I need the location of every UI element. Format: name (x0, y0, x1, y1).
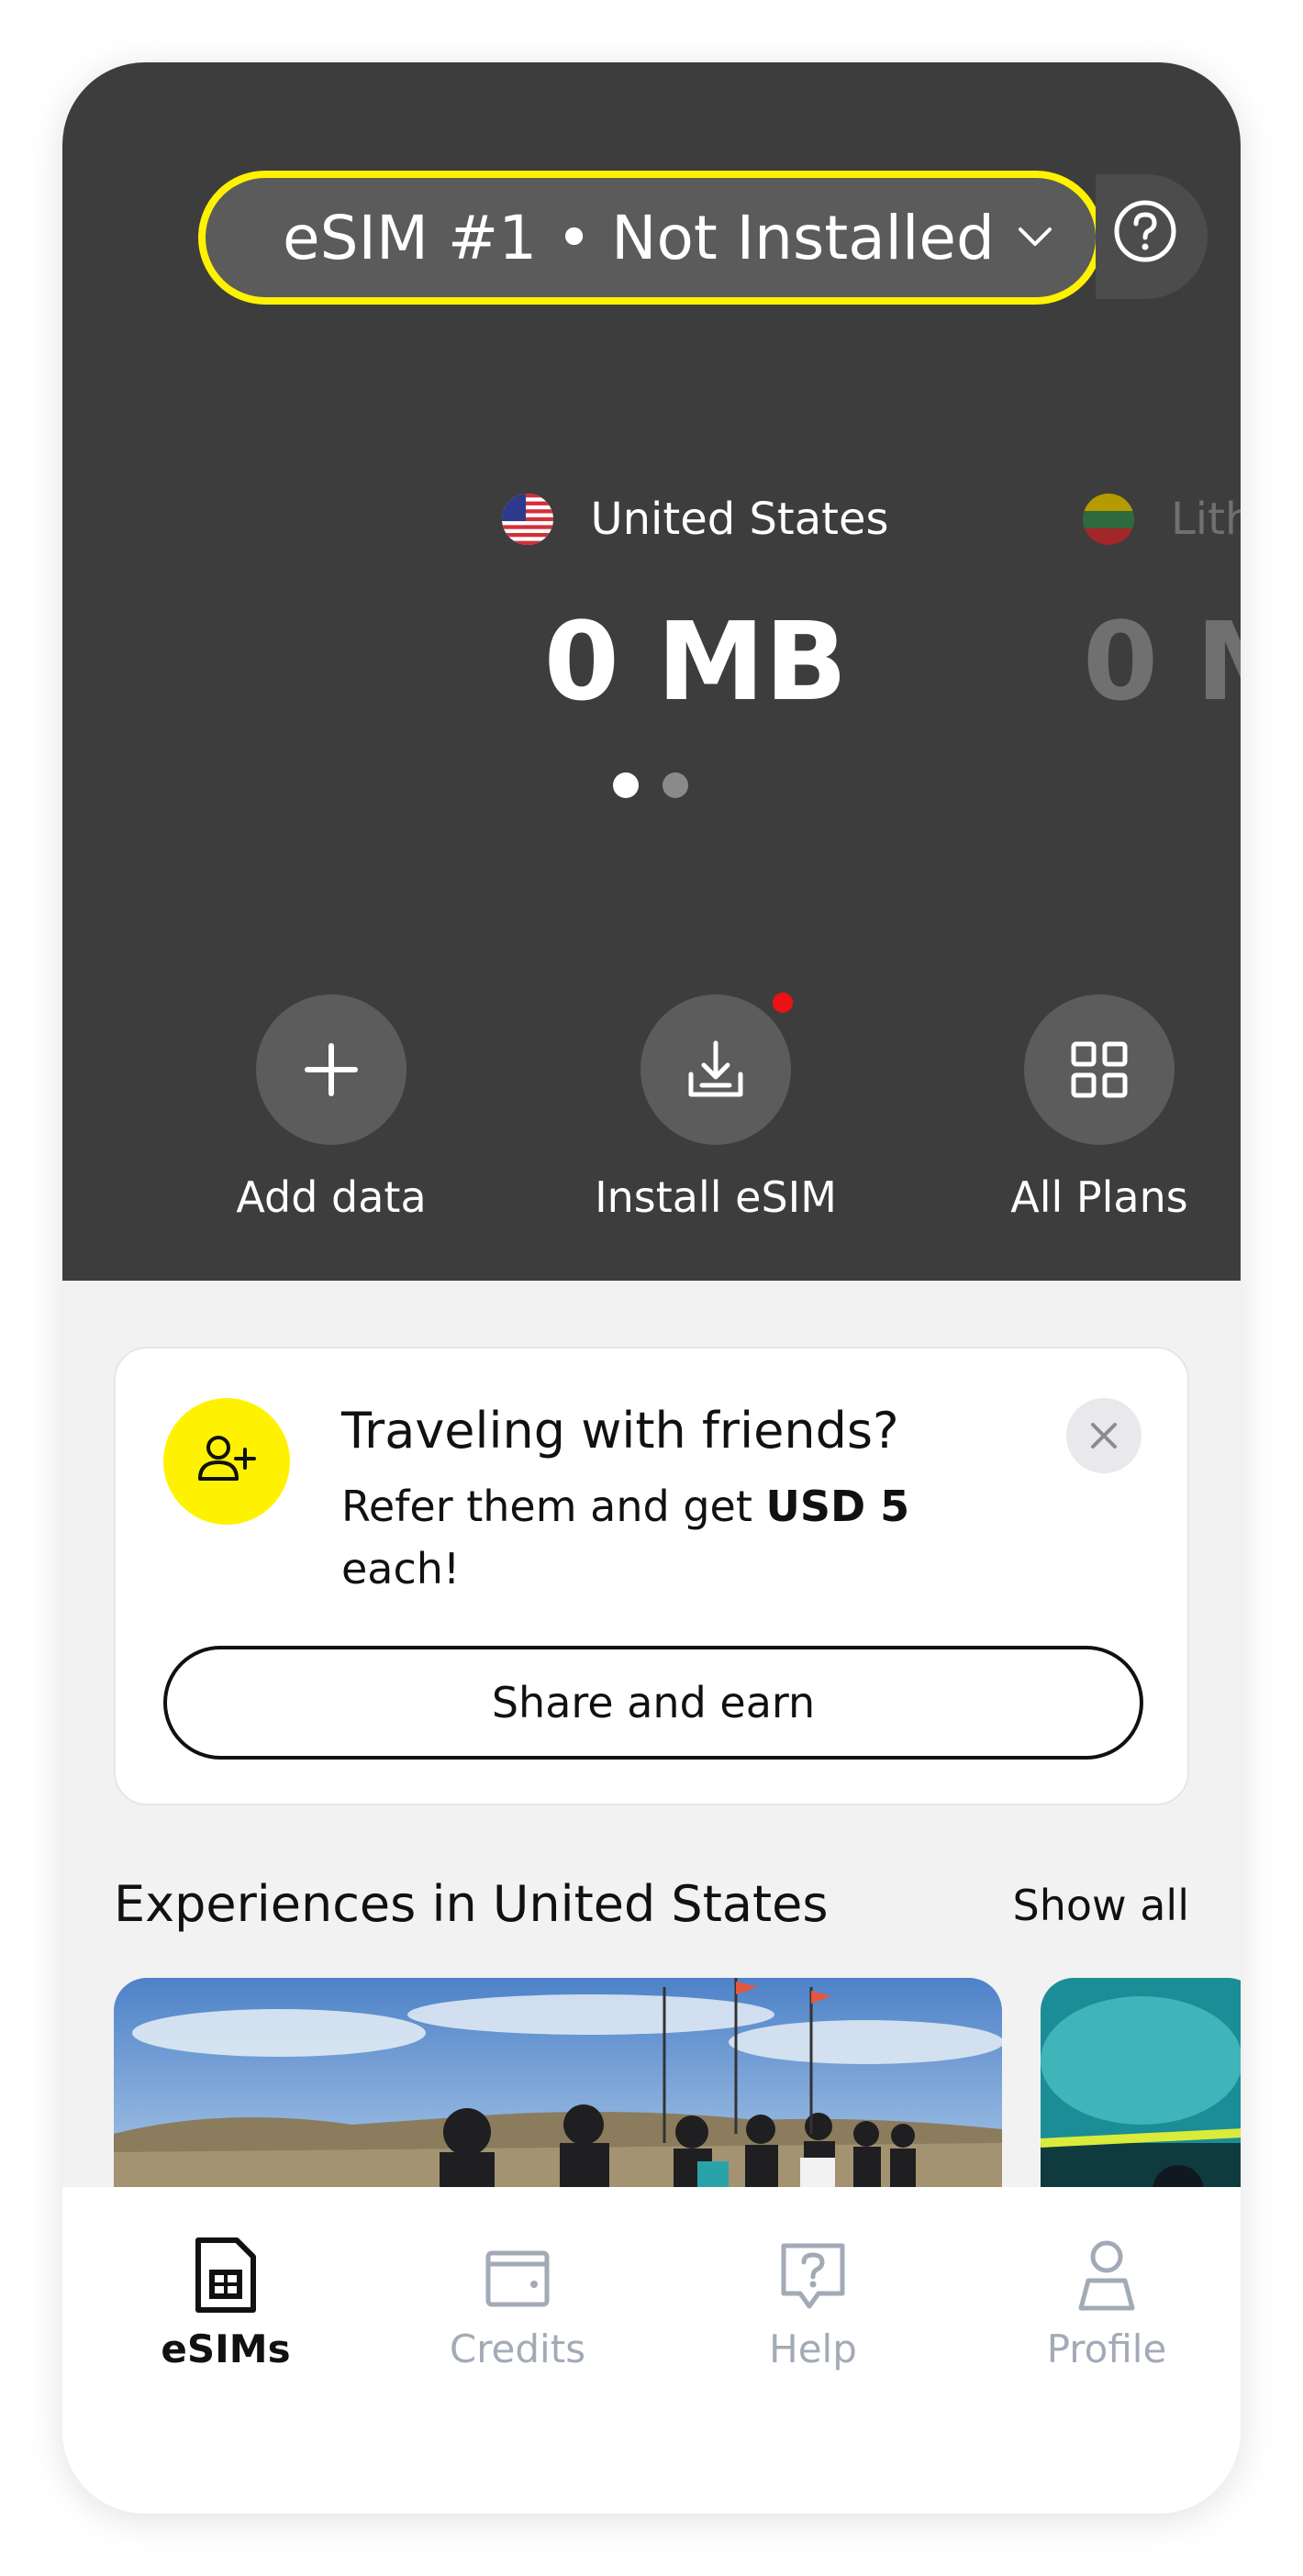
add-user-icon (163, 1398, 290, 1525)
all-plans-button[interactable]: All Plans (943, 994, 1241, 1222)
help-button[interactable] (1096, 174, 1208, 299)
plus-icon (305, 1043, 358, 1096)
plan-country-name: United States (590, 494, 889, 545)
referral-title: Traveling with friends? (341, 1402, 899, 1460)
experience-card-image[interactable] (114, 1978, 1002, 2216)
tab-credits-label: Credits (449, 2326, 586, 2371)
plan-slide-united-states[interactable]: United States 0 MB (466, 494, 925, 725)
grid-icon (1071, 1041, 1128, 1098)
plan-data-remaining: 0 M (1083, 598, 1241, 725)
tab-credits[interactable]: Credits (380, 2237, 655, 2371)
tab-esims-label: eSIMs (161, 2326, 291, 2371)
referral-card: Traveling with friends? Refer them and g… (114, 1347, 1189, 1805)
experiences-section-title: Experiences in United States (114, 1875, 829, 1933)
referral-amount: USD 5 (765, 1482, 910, 1531)
lithuania-flag-icon (1083, 494, 1134, 545)
all-plans-label: All Plans (1010, 1172, 1188, 1222)
add-data-label: Add data (236, 1172, 427, 1222)
show-all-link[interactable]: Show all (1013, 1881, 1190, 1930)
experience-photo-2 (1041, 1978, 1241, 2216)
tab-help-label: Help (769, 2326, 857, 2371)
close-icon (1091, 1423, 1117, 1449)
atv-tour-photo (114, 1978, 1002, 2216)
esim-header-panel: eSIM #1 • Not Installed United States 0 … (62, 62, 1241, 1281)
pagination-dot[interactable] (663, 772, 688, 798)
help-icon (781, 2243, 845, 2309)
add-data-button[interactable]: Add data (175, 994, 487, 1222)
sim-card-icon (195, 2237, 256, 2313)
tab-profile[interactable]: Profile (969, 2237, 1241, 2371)
plan-slide-lithuania[interactable]: Lith 0 M (1083, 494, 1241, 725)
plan-data-remaining: 0 MB (543, 598, 848, 725)
referral-body-suffix: each! (341, 1544, 461, 1593)
notification-dot (769, 989, 796, 1016)
referral-body: Refer them and get USD 5 each! (341, 1475, 929, 1600)
esim-selector-dropdown[interactable]: eSIM #1 • Not Installed (198, 171, 1103, 305)
bottom-tab-bar: eSIMs Credits Help Profile (62, 2187, 1241, 2514)
tab-esims[interactable]: eSIMs (88, 2237, 363, 2371)
phone-screen: eSIM #1 • Not Installed United States 0 … (62, 62, 1241, 2514)
referral-body-prefix: Refer them and get (341, 1482, 766, 1531)
chevron-down-icon (1019, 228, 1052, 246)
us-flag-icon (502, 494, 554, 545)
share-and-earn-button[interactable]: Share and earn (163, 1646, 1143, 1760)
all-plans-circle[interactable] (1024, 994, 1175, 1145)
esim-selector-label: eSIM #1 • Not Installed (283, 202, 995, 273)
question-circle-icon (1114, 200, 1176, 262)
carousel-pagination (613, 772, 688, 798)
install-esim-circle[interactable] (640, 989, 796, 1145)
wallet-icon (485, 2250, 550, 2307)
install-esim-label: Install eSIM (595, 1172, 837, 1222)
plan-country-name: Lith (1171, 494, 1241, 545)
install-esim-button[interactable]: Install eSIM (560, 989, 872, 1222)
tab-profile-label: Profile (1046, 2326, 1167, 2371)
pagination-dot-active[interactable] (613, 772, 639, 798)
add-data-circle[interactable] (256, 994, 406, 1145)
profile-icon (1078, 2240, 1135, 2311)
close-referral-button[interactable] (1066, 1398, 1142, 1473)
download-icon (688, 1040, 743, 1097)
tab-help[interactable]: Help (675, 2237, 951, 2371)
experience-card-image-2[interactable] (1041, 1978, 1241, 2216)
